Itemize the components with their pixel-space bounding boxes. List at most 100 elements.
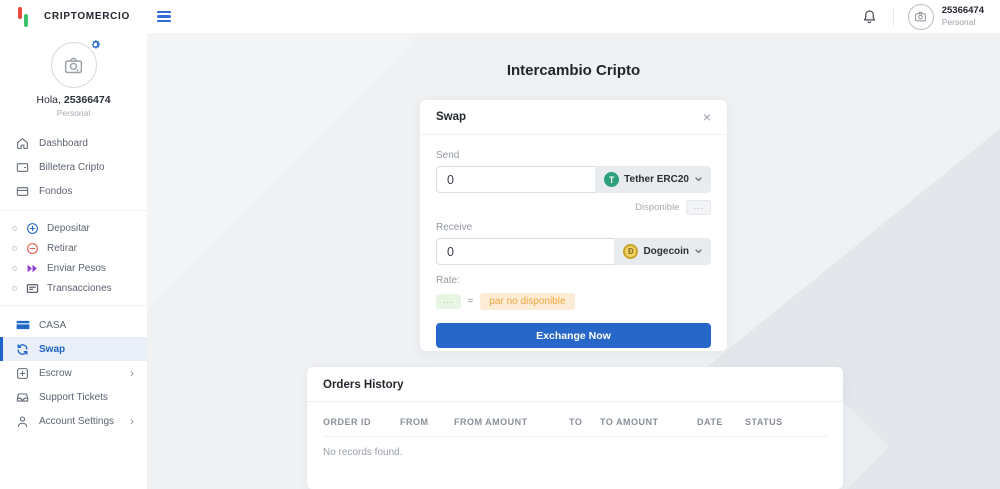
escrow-plus-square-icon [15, 366, 30, 381]
exchange-now-button[interactable]: Exchange Now [436, 323, 711, 348]
sidebar-item-casa[interactable]: CASA [0, 313, 147, 337]
profile-block: Hola, 25366474 Personal [0, 33, 147, 118]
user-meta: 25366474 Personal [942, 5, 984, 28]
profile-avatar[interactable] [51, 42, 97, 88]
chevron-right-icon: › [130, 415, 134, 427]
rate-label: Rate: [436, 275, 711, 286]
sidebar-item-billetera-cripto[interactable]: Billetera Cripto [0, 155, 147, 179]
notifications-bell-icon[interactable] [860, 7, 879, 26]
sidebar-item-label: Enviar Pesos [47, 263, 106, 274]
sidebar-item-fondos[interactable]: Fondos [0, 179, 147, 203]
bullet-icon [12, 246, 17, 251]
header-user-id: 25366474 [942, 5, 984, 17]
bullet-icon [12, 226, 17, 231]
swap-sync-icon [15, 342, 30, 357]
orders-table-header: ORDER ID FROM FROM AMOUNT TO TO AMOUNT D… [323, 402, 827, 437]
sidebar: Hola, 25366474 Personal Dashboard Billet… [0, 33, 147, 489]
sidebar-item-dashboard[interactable]: Dashboard [0, 131, 147, 155]
header-user-type: Personal [942, 17, 984, 28]
sidebar-item-depositar[interactable]: Depositar [0, 218, 147, 238]
empty-state-message: No records found. [323, 437, 827, 468]
sidebar-item-support-tickets[interactable]: Support Tickets [0, 385, 147, 409]
send-pesos-icon [25, 261, 40, 276]
sidebar-user-type: Personal [0, 108, 147, 118]
sidebar-item-account-settings[interactable]: Account Settings › [0, 409, 147, 433]
header-divider [893, 8, 894, 26]
swap-card-body: Send T Tether ERC20 Disponible ... Recei… [420, 135, 727, 362]
user-menu[interactable]: 25366474 Personal [908, 4, 984, 30]
rate-row: ... = par no disponible [436, 293, 711, 310]
support-inbox-icon [15, 390, 30, 405]
home-icon [15, 136, 30, 151]
receive-currency-select[interactable]: Ð Dogecoin [614, 238, 711, 265]
page-title: Intercambio Cripto [147, 62, 1000, 79]
receive-amount-input[interactable] [436, 238, 614, 265]
user-avatar [908, 4, 934, 30]
bullet-icon [12, 266, 17, 271]
sidebar-item-label: Support Tickets [39, 392, 108, 403]
header-right: 25366474 Personal [860, 4, 1000, 30]
sidebar-item-label: Account Settings [39, 416, 114, 427]
available-value-badge[interactable]: ... [686, 200, 711, 215]
sidebar-nav: Dashboard Billetera Cripto Fondos Deposi… [0, 131, 147, 433]
header-left: CRIPTOMERCIO [0, 7, 174, 27]
column-from-amount: FROM AMOUNT [454, 417, 569, 427]
column-status: STATUS [745, 417, 783, 427]
sidebar-item-label: Billetera Cripto [39, 162, 105, 173]
deposit-icon [25, 221, 40, 236]
caret-down-icon [695, 249, 702, 254]
chevron-right-icon: › [130, 367, 134, 379]
swap-card-title: Swap [436, 111, 466, 123]
funds-card-icon [15, 184, 30, 199]
rate-status-badge: par no disponible [480, 293, 574, 310]
greeting-text: Hola, 25366474 [0, 94, 147, 106]
send-label: Send [436, 150, 711, 161]
main-content: Intercambio Cripto Swap × Send T Tether … [147, 33, 1000, 489]
tether-icon: T [604, 172, 619, 187]
send-row: T Tether ERC20 [436, 166, 711, 193]
transactions-icon [25, 281, 40, 296]
send-currency-label: Tether ERC20 [624, 174, 689, 185]
sidebar-item-label: Escrow [39, 368, 72, 379]
withdraw-icon [25, 241, 40, 256]
equals-sign: = [468, 296, 474, 307]
close-icon[interactable]: × [703, 110, 711, 124]
send-amount-input[interactable] [436, 166, 595, 193]
swap-card-header: Swap × [420, 100, 727, 135]
sidebar-item-swap[interactable]: Swap [0, 337, 147, 361]
receive-label: Receive [436, 222, 711, 233]
caret-down-icon [695, 177, 702, 182]
column-to-amount: TO AMOUNT [600, 417, 697, 427]
receive-currency-label: Dogecoin [643, 246, 689, 257]
sidebar-item-enviar-pesos[interactable]: Enviar Pesos [0, 258, 147, 278]
sidebar-item-transacciones[interactable]: Transacciones [0, 278, 147, 298]
casa-card-icon [15, 318, 30, 333]
available-row: Disponible ... [436, 200, 711, 215]
brand-name: CRIPTOMERCIO [44, 11, 130, 22]
sidebar-item-label: Transacciones [47, 283, 112, 294]
orders-table: ORDER ID FROM FROM AMOUNT TO TO AMOUNT D… [307, 402, 843, 468]
sidebar-item-label: Fondos [39, 186, 72, 197]
sidebar-item-label: Depositar [47, 223, 90, 234]
bullet-icon [12, 286, 17, 291]
sidebar-user-id: 25366474 [64, 94, 111, 106]
column-date: DATE [697, 417, 745, 427]
send-currency-select[interactable]: T Tether ERC20 [595, 166, 711, 193]
column-order-id: ORDER ID [323, 417, 400, 427]
top-header: CRIPTOMERCIO 25366474 Personal [0, 0, 1000, 33]
brand-logo-icon [18, 7, 31, 27]
account-person-icon [15, 414, 30, 429]
available-label: Disponible [635, 202, 679, 213]
sidebar-item-retirar[interactable]: Retirar [0, 238, 147, 258]
sidebar-item-escrow[interactable]: Escrow › [0, 361, 147, 385]
orders-history-title: Orders History [307, 367, 843, 402]
sidebar-item-label: CASA [39, 320, 66, 331]
profile-settings-gear-icon[interactable] [90, 39, 101, 50]
menu-toggle-icon[interactable] [154, 8, 174, 26]
swap-card: Swap × Send T Tether ERC20 Disponible ..… [420, 100, 727, 351]
nav-divider [0, 210, 147, 211]
receive-row: Ð Dogecoin [436, 238, 711, 265]
column-from: FROM [400, 417, 454, 427]
dogecoin-icon: Ð [623, 244, 638, 259]
nav-divider [0, 305, 147, 306]
